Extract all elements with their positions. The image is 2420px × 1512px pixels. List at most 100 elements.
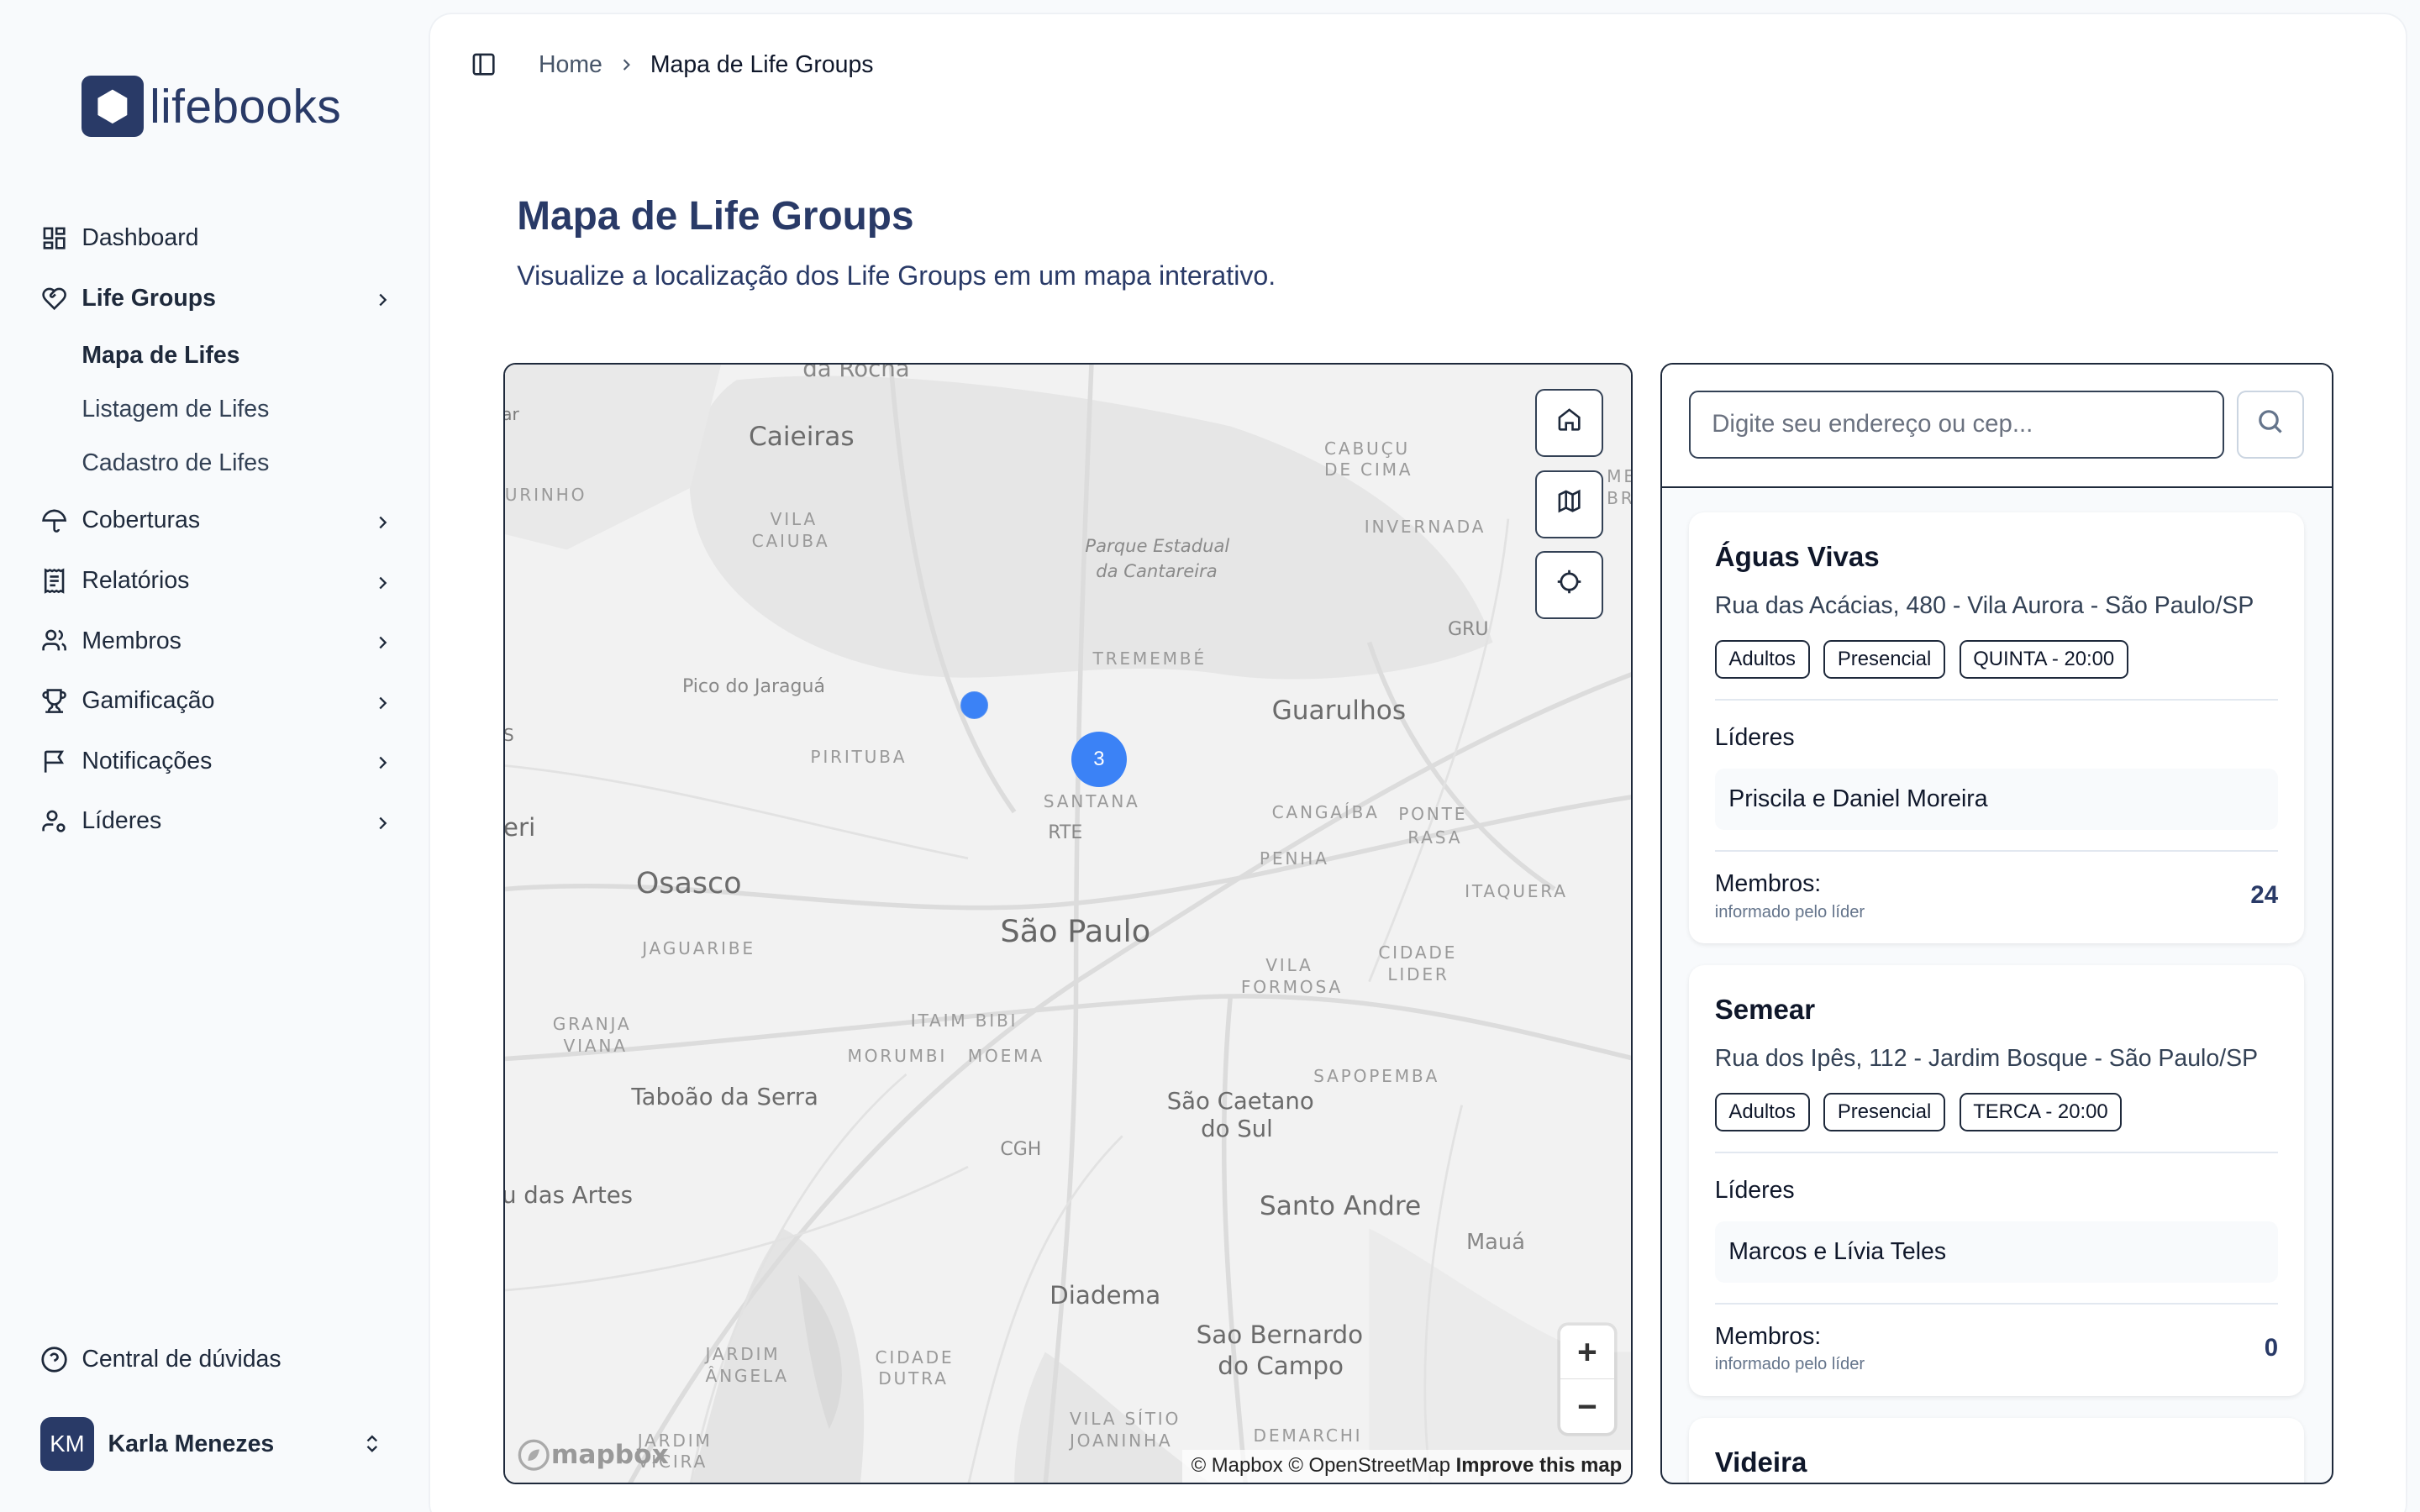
user-name: Karla Menezes — [108, 1430, 275, 1457]
sidebar-toggle-icon[interactable] — [471, 51, 498, 79]
tag: QUINTA - 20:00 — [1959, 639, 2128, 680]
sidebar-item-lideres[interactable]: Líderes — [40, 791, 392, 852]
zoom-in-button[interactable]: + — [1560, 1326, 1614, 1380]
receipt-icon — [40, 567, 68, 595]
map-label: BRA — [1607, 487, 1634, 508]
sidebar-item-dashboard[interactable]: Dashboard — [40, 208, 392, 269]
members-count: 24 — [2250, 880, 2279, 909]
life-group-card[interactable]: Semear Rua dos Ipês, 112 - Jardim Bosque… — [1688, 964, 2305, 1397]
life-group-card[interactable]: Águas Vivas Rua das Acácias, 480 - Vila … — [1688, 512, 2305, 944]
card-address: Rua dos Ipês, 112 - Jardim Bosque - São … — [1714, 1044, 2259, 1072]
umbrella-icon — [40, 507, 68, 534]
topbar: Home Mapa de Life Groups — [471, 51, 874, 79]
map-cluster[interactable]: 3 — [1071, 731, 1127, 787]
crosshair-icon — [1555, 568, 1583, 602]
brand-logo[interactable]: lifebooks — [82, 75, 341, 138]
leaders-value: Priscila e Daniel Moreira — [1714, 768, 2279, 831]
members-row: Membros: informado pelo líder 24 — [1715, 870, 2278, 922]
map-label: VILA — [1265, 955, 1313, 976]
map-label: VILA SÍTIO — [1069, 1409, 1181, 1430]
map-label: S — [502, 725, 514, 746]
map-label: SANTANA — [1043, 791, 1140, 812]
map-label: RASA — [1407, 827, 1463, 848]
members-count: 0 — [2264, 1333, 2279, 1362]
divider — [1714, 1303, 2279, 1305]
search-icon — [2255, 407, 2285, 443]
chevron-right-icon — [373, 511, 392, 538]
page-title: Mapa de Life Groups — [517, 193, 914, 239]
sidebar-nav: Dashboard Life Groups Mapa de Lifes List… — [40, 208, 392, 852]
sidebar-item-label: Líderes — [82, 807, 162, 835]
sidebar-item-label: Relatórios — [82, 566, 190, 594]
map-locate-button[interactable] — [1535, 550, 1604, 619]
attribution-improve[interactable]: Improve this map — [1456, 1454, 1623, 1477]
user-menu[interactable]: KM Karla Menezes — [39, 1416, 392, 1472]
sidebar-item-label: Coberturas — [82, 507, 201, 534]
map-label: do Sul — [1201, 1116, 1273, 1143]
sidebar-item-notificacoes[interactable]: Notificações — [40, 732, 392, 792]
map-icon — [1556, 488, 1582, 521]
map-marker[interactable] — [960, 690, 988, 720]
tag: Presencial — [1823, 639, 1945, 680]
divider — [1714, 699, 2279, 701]
search-button[interactable] — [2236, 390, 2305, 459]
mapbox-logo[interactable]: mapbox — [517, 1438, 669, 1472]
map-style-button[interactable] — [1535, 470, 1604, 539]
address-search-input[interactable] — [1688, 390, 2224, 459]
map-label: MOEMA — [967, 1046, 1044, 1067]
map-label: PIRITUBA — [810, 747, 908, 768]
sidebar-item-gamificacao[interactable]: Gamificação — [40, 671, 392, 732]
sidebar-item-label: Life Groups — [82, 284, 216, 312]
sidebar-item-label: Notificações — [82, 747, 213, 774]
map-label: GRANJA — [552, 1013, 632, 1034]
sidebar-item-membros[interactable]: Membros — [40, 611, 392, 671]
map-label: Santo Andre — [1259, 1191, 1422, 1222]
sidebar-item-life-groups[interactable]: Life Groups — [40, 269, 392, 329]
map-attribution: © Mapbox © OpenStreetMap Improve this ma… — [1181, 1449, 1632, 1483]
sidebar-item-relatorios[interactable]: Relatórios — [40, 551, 392, 612]
attribution-mapbox[interactable]: © Mapbox — [1192, 1454, 1283, 1477]
map-label: ÂNGELA — [705, 1365, 789, 1386]
interactive-map[interactable]: da Rocha ar Caieiras CABUÇU DE CIMA MESO… — [502, 362, 1634, 1484]
map-label: CIDADE — [1378, 942, 1458, 963]
sidebar-subitem-mapa-de-lifes[interactable]: Mapa de Lifes — [40, 328, 392, 382]
sidebar-subitem-cadastro-de-lifes[interactable]: Cadastro de Lifes — [40, 437, 392, 491]
life-groups-panel: Águas Vivas Rua das Acácias, 480 - Vila … — [1660, 362, 2334, 1484]
map-label: GRU — [1447, 618, 1489, 640]
card-address: Rua das Acácias, 480 - Vila Aurora - São… — [1714, 591, 2254, 619]
map-label: ITAQUERA — [1465, 880, 1568, 901]
chevron-right-icon — [373, 631, 392, 659]
map-label: Mauá — [1466, 1229, 1525, 1255]
members-label: Membros: — [1714, 870, 1822, 897]
map-label: URINHO — [504, 484, 587, 505]
map-label: VIANA — [563, 1035, 628, 1056]
sidebar-item-label: Dashboard — [82, 224, 199, 252]
zoom-out-button[interactable]: − — [1560, 1379, 1614, 1433]
attribution-osm[interactable]: © OpenStreetMap — [1288, 1454, 1450, 1477]
map-label: CGH — [1000, 1138, 1042, 1160]
map-label: RTE — [1048, 822, 1083, 844]
sidebar: lifebooks Dashboard Life Groups Mapa de … — [0, 0, 430, 1512]
breadcrumb-home[interactable]: Home — [539, 51, 602, 79]
map-label: Parque Estadual — [1085, 535, 1230, 557]
map-label: TREMEMBÉ — [1092, 648, 1207, 669]
members-note: informado pelo líder — [1714, 1355, 1865, 1374]
map-label: Osasco — [635, 867, 742, 901]
dashboard-icon — [40, 224, 68, 252]
life-group-card[interactable]: Videira — [1688, 1417, 2305, 1483]
card-title: Águas Vivas — [1714, 541, 1880, 573]
members-row: Membros: informado pelo líder 0 — [1715, 1323, 2278, 1375]
members-label: Membros: — [1714, 1322, 1822, 1350]
chevron-right-icon — [373, 751, 392, 779]
sidebar-item-coberturas[interactable]: Coberturas — [40, 491, 392, 551]
user-cog-icon — [40, 807, 68, 835]
divider — [1714, 1152, 2279, 1154]
map-label: INVERNADA — [1364, 517, 1486, 538]
users-icon — [40, 627, 68, 655]
map-home-button[interactable] — [1535, 388, 1604, 457]
map-label: eri — [502, 813, 536, 843]
help-center-link[interactable]: Central de dúvidas — [40, 1346, 281, 1373]
sidebar-subitem-listagem-de-lifes[interactable]: Listagem de Lifes — [40, 382, 392, 436]
card-tags: Adultos Presencial QUINTA - 20:00 — [1714, 639, 2278, 680]
tag: Adultos — [1714, 639, 1810, 680]
